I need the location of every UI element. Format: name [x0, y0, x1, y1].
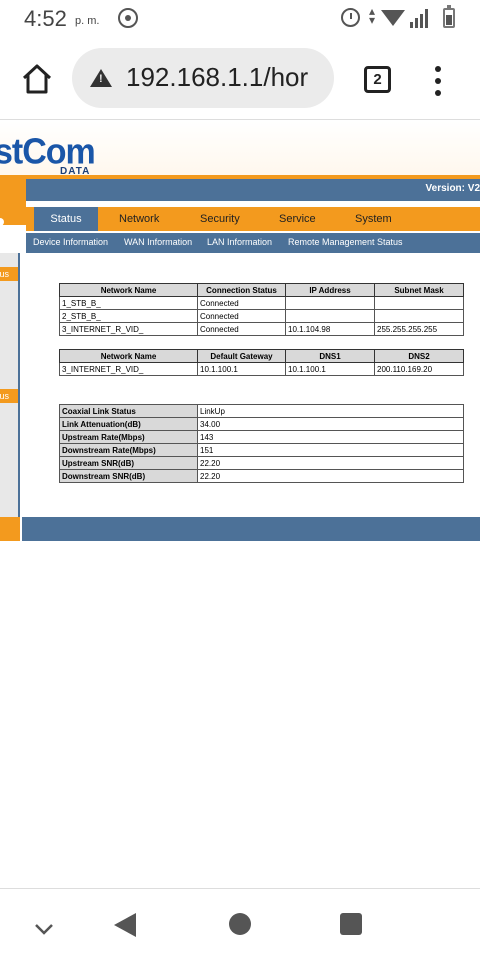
table-cell: 143: [197, 430, 464, 444]
left-strip: [0, 179, 26, 225]
column-header: DNS1: [285, 349, 375, 363]
table-cell: 10.1.100.1: [285, 362, 375, 376]
table-cell-key: Downstream Rate(Mbps): [59, 443, 198, 457]
subtab-wan-information[interactable]: WAN Information: [124, 237, 192, 247]
subtab-lan-information[interactable]: LAN Information: [207, 237, 272, 247]
table-cell: [374, 296, 464, 310]
subtab-device-information[interactable]: Device Information: [33, 237, 108, 247]
column-header: Default Gateway: [197, 349, 286, 363]
table-cell: 3_INTERNET_R_VID_: [59, 362, 198, 376]
wifi-icon: [381, 10, 405, 26]
table-cell-key: Upstream SNR(dB): [59, 456, 198, 470]
status-bar: 4:52 p. m. ▴ ▾: [0, 0, 480, 38]
battery-icon: [443, 5, 455, 28]
address-bar[interactable]: 192.168.1.1/hor: [72, 48, 334, 108]
menu-button[interactable]: [430, 66, 446, 96]
table-header-row: Network Name Default Gateway DNS1 DNS2: [59, 349, 464, 363]
footer-bar: [22, 517, 480, 541]
table-cell: 10.1.100.1: [197, 362, 286, 376]
side-menu: tus tus: [0, 253, 20, 541]
table-cell: 200.110.169.20: [374, 362, 464, 376]
table-row: Upstream SNR(dB) 22.20: [59, 456, 464, 470]
column-header: Connection Status: [197, 283, 286, 297]
table-row: 1_STB_B_ Connected: [59, 296, 464, 310]
home-nav-button[interactable]: [229, 913, 251, 935]
data-arrows-icon: ▴ ▾: [369, 4, 376, 27]
tab-security[interactable]: Security: [200, 207, 240, 231]
subtab-remote-management-status[interactable]: Remote Management Status: [288, 237, 403, 247]
logo-header: stCom DATA: [0, 121, 480, 179]
tab-status[interactable]: Status: [34, 207, 98, 231]
clock-ampm: p. m.: [75, 15, 100, 27]
table-row: 2_STB_B_ Connected: [59, 309, 464, 323]
table-cell: 151: [197, 443, 464, 457]
whatsapp-icon: [118, 8, 138, 28]
column-header: DNS2: [374, 349, 464, 363]
footer-left-strip: [0, 517, 20, 541]
column-header: Network Name: [59, 349, 198, 363]
table-row: 3_INTERNET_R_VID_ Connected 10.1.104.98 …: [59, 322, 464, 336]
version-text: Version: V2: [425, 183, 480, 194]
chevron-down-icon: [35, 924, 53, 935]
hide-keyboard-button[interactable]: [34, 919, 54, 939]
table-header-row: Network Name Connection Status IP Addres…: [59, 283, 464, 297]
recents-button[interactable]: [340, 913, 362, 935]
table-cell: 2_STB_B_: [59, 309, 198, 323]
sub-nav: Device Information WAN Information LAN I…: [26, 233, 480, 253]
coaxial-link-table: Coaxial Link Status LinkUp Link Attenuat…: [59, 404, 464, 483]
tab-system[interactable]: System: [355, 207, 392, 231]
home-icon: [22, 64, 52, 94]
clock: 4:52: [24, 6, 67, 31]
alarm-icon: [341, 8, 360, 27]
table-row: Downstream Rate(Mbps) 151: [59, 443, 464, 457]
table-cell: LinkUp: [197, 404, 464, 418]
table-row: Coaxial Link Status LinkUp: [59, 404, 464, 418]
table-cell: 34.00: [197, 417, 464, 431]
table-row: Link Attenuation(dB) 34.00: [59, 417, 464, 431]
url-text[interactable]: 192.168.1.1/hor: [126, 62, 308, 93]
table-cell-key: Downstream SNR(dB): [59, 469, 198, 483]
wan-connection-table: Network Name Connection Status IP Addres…: [59, 283, 464, 336]
table-cell: 255.255.255.255: [374, 322, 464, 336]
tab-network[interactable]: Network: [119, 207, 159, 231]
table-row: Upstream Rate(Mbps) 143: [59, 430, 464, 444]
table-cell-key: Link Attenuation(dB): [59, 417, 198, 431]
signal-icon: [410, 8, 432, 28]
version-bar: Version: V2: [26, 179, 480, 201]
table-cell: Connected: [197, 309, 286, 323]
table-cell: [374, 309, 464, 323]
side-menu-item[interactable]: tus: [0, 389, 18, 403]
column-header: Network Name: [59, 283, 198, 297]
column-header: IP Address: [285, 283, 375, 297]
table-cell: 1_STB_B_: [59, 296, 198, 310]
table-cell: [285, 296, 375, 310]
content-panel: Network Name Connection Status IP Addres…: [22, 261, 480, 517]
table-cell: 22.20: [197, 469, 464, 483]
table-cell: Connected: [197, 322, 286, 336]
table-cell: [285, 309, 375, 323]
main-nav: Status Network Security Service System: [26, 207, 480, 231]
table-row: Downstream SNR(dB) 22.20: [59, 469, 464, 483]
back-button[interactable]: [114, 913, 136, 937]
table-cell: 10.1.104.98: [285, 322, 375, 336]
gateway-dns-table: Network Name Default Gateway DNS1 DNS2 3…: [59, 349, 464, 376]
router-web-page: stCom DATA Version: V2 Status Network Se…: [0, 121, 480, 541]
table-cell: 22.20: [197, 456, 464, 470]
table-cell: 3_INTERNET_R_VID_: [59, 322, 198, 336]
home-button[interactable]: [20, 62, 54, 96]
table-row: 3_INTERNET_R_VID_ 10.1.100.1 10.1.100.1 …: [59, 362, 464, 376]
browser-toolbar: 192.168.1.1/hor 2: [0, 38, 480, 120]
warning-icon: [90, 69, 112, 87]
tabs-button[interactable]: 2: [364, 66, 391, 93]
column-header: Subnet Mask: [374, 283, 464, 297]
side-menu-item[interactable]: tus: [0, 267, 18, 281]
table-cell: Connected: [197, 296, 286, 310]
system-nav-bar: [0, 888, 480, 960]
table-cell-key: Upstream Rate(Mbps): [59, 430, 198, 444]
table-cell-key: Coaxial Link Status: [59, 404, 198, 418]
tab-service[interactable]: Service: [279, 207, 316, 231]
